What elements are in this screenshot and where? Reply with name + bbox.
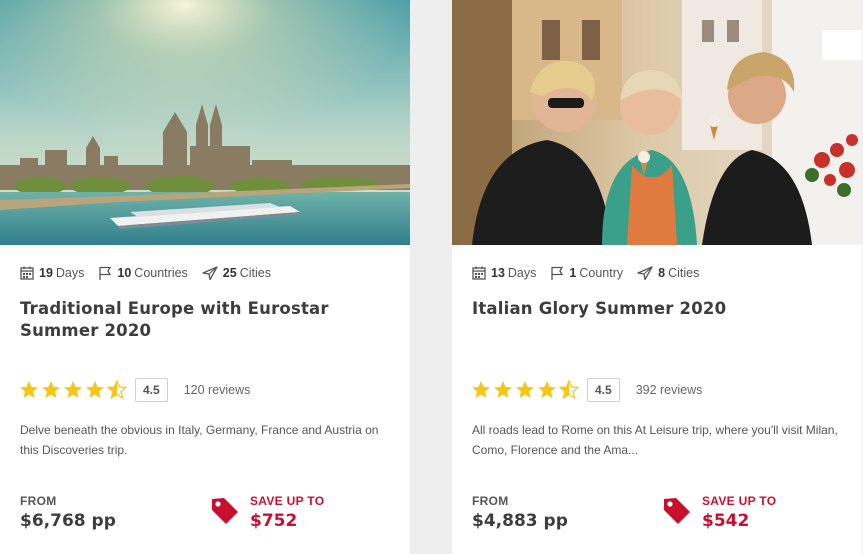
tour-card[interactable]: 19 Days 10 Countries 25 Cities Tradition… (0, 0, 410, 554)
rating-value: 4.5 (587, 378, 620, 402)
star-icon (538, 381, 556, 398)
star-icon (20, 381, 38, 398)
photo-river-city (0, 0, 410, 245)
tour-description: Delve beneath the obvious in Italy, Germ… (20, 423, 379, 457)
review-count[interactable]: 392 reviews (636, 383, 703, 397)
half-star-icon (559, 380, 579, 400)
cities-value: 8 (658, 266, 666, 280)
calendar-icon (20, 266, 34, 280)
countries-label: Countries (134, 266, 188, 280)
star-icon (64, 381, 82, 398)
star-icon (86, 381, 104, 398)
rating-value: 4.5 (135, 378, 168, 402)
tour-photo[interactable] (0, 0, 410, 245)
from-price: $6,768 pp (20, 511, 116, 531)
tour-title[interactable]: Italian Glory Summer 2020 (472, 298, 842, 320)
countries-value: 1 (569, 266, 577, 280)
cities-label: Cities (668, 266, 700, 280)
star-icon (494, 381, 512, 398)
cities-label: Cities (239, 266, 271, 280)
review-count[interactable]: 120 reviews (184, 383, 251, 397)
navigation-arrow-icon (202, 266, 218, 280)
rating-row: 4.5 392 reviews (471, 378, 702, 402)
rating-row: 4.5 120 reviews (19, 378, 250, 402)
tour-meta: 19 Days 10 Countries 25 Cities (20, 266, 285, 280)
duration: 13 Days (472, 266, 536, 280)
cities: 25 Cities (202, 266, 271, 280)
from-label: FROM (20, 494, 57, 508)
countries-value: 10 (117, 266, 132, 280)
half-star-icon (107, 380, 127, 400)
star-rating (471, 380, 581, 400)
tour-description: All roads lead to Rome on this At Leisur… (472, 423, 838, 457)
countries-label: Country (579, 266, 624, 280)
star-rating (19, 380, 129, 400)
photo-women-gelato (452, 0, 862, 245)
tour-title[interactable]: Traditional Europe with Eurostar Summer … (20, 298, 390, 342)
star-icon (42, 381, 60, 398)
from-label: FROM (472, 494, 509, 508)
days-value: 19 (39, 266, 53, 280)
flag-icon (551, 266, 564, 280)
save-amount: $752 (250, 511, 298, 531)
tour-meta: 13 Days 1 Country 8 Cities (472, 266, 713, 280)
tour-photo[interactable] (452, 0, 862, 245)
cities: 8 Cities (637, 266, 699, 280)
tour-card[interactable]: 13 Days 1 Country 8 Cities Italian Glory… (452, 0, 862, 554)
days-value: 13 (491, 266, 505, 280)
days-label: Days (507, 266, 537, 280)
save-label: SAVE UP TO (702, 494, 777, 508)
price-tag-icon (664, 498, 690, 524)
countries: 1 Country (550, 266, 623, 280)
duration: 19 Days (20, 266, 84, 280)
from-price: $4,883 pp (472, 511, 568, 531)
price-tag-icon (212, 498, 238, 524)
save-amount: $542 (702, 511, 750, 531)
flag-icon (99, 266, 112, 280)
cities-value: 25 (222, 266, 237, 280)
star-icon (472, 381, 490, 398)
navigation-arrow-icon (637, 266, 653, 280)
countries: 10 Countries (98, 266, 188, 280)
days-label: Days (55, 266, 85, 280)
save-label: SAVE UP TO (250, 494, 325, 508)
star-icon (516, 381, 534, 398)
calendar-icon (472, 266, 486, 280)
